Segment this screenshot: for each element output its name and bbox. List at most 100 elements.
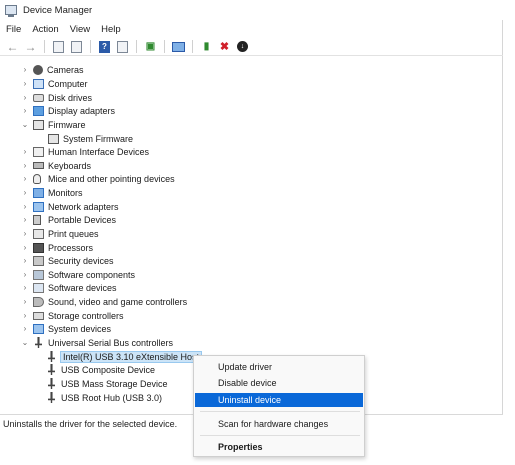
tree-item[interactable]: › Software components: [24, 268, 135, 281]
chevron-right-icon[interactable]: ›: [20, 91, 30, 104]
title-bar: Device Manager: [0, 0, 503, 20]
tree-item[interactable]: USB Root Hub (USB 3.0): [46, 391, 162, 404]
chevron-right-icon[interactable]: ›: [20, 281, 30, 294]
menu-bar: File Action View Help: [0, 20, 503, 38]
toolbar-separator: [44, 40, 45, 53]
tree-item[interactable]: › Human Interface Devices: [24, 145, 149, 158]
tree-item[interactable]: › Cameras: [24, 63, 84, 76]
menu-file[interactable]: File: [6, 24, 21, 35]
help-icon: ?: [99, 40, 110, 53]
software-device-icon: [33, 282, 44, 293]
context-menu: Update driver Disable device Uninstall d…: [193, 355, 365, 457]
menu-item-uninstall-device[interactable]: Uninstall device: [195, 393, 363, 407]
tree-item[interactable]: › Portable Devices: [24, 213, 116, 226]
tree-item[interactable]: › Sound, video and game controllers: [24, 295, 187, 308]
toolbar-separator: [136, 40, 137, 53]
chevron-right-icon[interactable]: ›: [20, 227, 30, 240]
chevron-right-icon[interactable]: ›: [20, 63, 30, 76]
download-icon: ↓: [237, 41, 248, 52]
menu-action[interactable]: Action: [32, 24, 58, 35]
chevron-right-icon[interactable]: ›: [20, 309, 30, 322]
update-driver-button[interactable]: ▣: [143, 40, 158, 54]
tree-item[interactable]: › Print queues: [24, 227, 99, 240]
menu-view[interactable]: View: [70, 24, 90, 35]
tree-item[interactable]: › Security devices: [24, 254, 114, 267]
usb-icon: [48, 364, 55, 375]
show-hide-icon: [117, 40, 128, 53]
chevron-down-icon[interactable]: ⌄: [20, 118, 30, 131]
disk-drive-icon: [33, 93, 44, 102]
chevron-down-icon[interactable]: ⌄: [20, 336, 30, 349]
tree-item[interactable]: ⌄ Universal Serial Bus controllers: [22, 336, 173, 349]
tree-item[interactable]: › Processors: [24, 241, 93, 254]
scan-hardware-button[interactable]: [171, 40, 186, 54]
console-tree-button[interactable]: [51, 40, 66, 54]
usb-icon: [35, 337, 42, 348]
storage-controller-icon: [33, 311, 44, 320]
status-text: Uninstalls the driver for the selected d…: [3, 418, 178, 429]
tree-item[interactable]: › Monitors: [24, 186, 83, 199]
menu-help[interactable]: Help: [101, 24, 121, 35]
speaker-icon: [33, 296, 44, 307]
tree-item[interactable]: USB Composite Device: [46, 363, 155, 376]
display-adapter-icon: [33, 105, 44, 116]
chevron-right-icon[interactable]: ›: [20, 77, 30, 90]
tree-item[interactable]: › Display adapters: [24, 104, 115, 117]
tree-item[interactable]: › System devices: [24, 322, 111, 335]
usb-icon: [48, 378, 55, 389]
menu-item-update-driver[interactable]: Update driver: [195, 360, 363, 374]
tree-item[interactable]: › Mice and other pointing devices: [24, 172, 175, 185]
mouse-icon: [33, 173, 41, 184]
download-button[interactable]: ↓: [235, 40, 250, 54]
properties-button[interactable]: [69, 40, 84, 54]
chevron-right-icon[interactable]: ›: [20, 295, 30, 308]
chevron-right-icon[interactable]: ›: [20, 322, 30, 335]
chevron-right-icon[interactable]: ›: [20, 268, 30, 281]
tree-item[interactable]: USB Mass Storage Device: [46, 377, 168, 390]
chevron-right-icon[interactable]: ›: [20, 254, 30, 267]
printer-icon: [33, 228, 44, 239]
network-adapter-icon: [33, 201, 44, 212]
tree-item[interactable]: ⌄ Firmware: [22, 118, 86, 131]
toolbar: ← → ? ▣ ▮ ✖ ↓: [0, 38, 503, 56]
tree-item[interactable]: System Firmware: [48, 132, 133, 145]
scan-hardware-icon: [172, 41, 185, 52]
tree-item[interactable]: › Storage controllers: [24, 309, 124, 322]
firmware-icon: [33, 119, 44, 130]
chevron-right-icon[interactable]: ›: [20, 213, 30, 226]
help-button[interactable]: ?: [97, 40, 112, 54]
menu-item-scan-hardware[interactable]: Scan for hardware changes: [195, 417, 363, 431]
back-arrow-icon[interactable]: ←: [5, 40, 20, 54]
hid-icon: [33, 146, 44, 157]
tree-item[interactable]: › Computer: [24, 77, 88, 90]
update-driver-icon: ▣: [145, 41, 156, 52]
chevron-right-icon[interactable]: ›: [20, 241, 30, 254]
menu-item-properties[interactable]: Properties: [195, 440, 363, 454]
menu-item-disable-device[interactable]: Disable device: [195, 376, 363, 390]
add-driver-button[interactable]: ▮: [199, 40, 214, 54]
portable-device-icon: [33, 214, 41, 225]
uninstall-device-button[interactable]: ✖: [217, 40, 232, 54]
tree-item[interactable]: › Software devices: [24, 281, 117, 294]
chevron-right-icon[interactable]: ›: [20, 172, 30, 185]
keyboard-icon: [33, 162, 44, 169]
forward-arrow-icon[interactable]: →: [23, 40, 38, 54]
usb-icon: [48, 392, 55, 403]
monitor-icon: [33, 187, 44, 198]
chevron-right-icon[interactable]: ›: [20, 104, 30, 117]
computer-icon: [33, 78, 44, 89]
chevron-right-icon[interactable]: ›: [20, 159, 30, 172]
tree-item[interactable]: › Network adapters: [24, 200, 119, 213]
usb-icon: [48, 351, 55, 362]
tree-item-selected[interactable]: Intel(R) USB 3.10 eXtensible Host: [46, 350, 203, 363]
tree-item[interactable]: › Disk drives: [24, 91, 92, 104]
software-component-icon: [33, 269, 44, 280]
show-hide-button[interactable]: [115, 40, 130, 54]
tree-item[interactable]: › Keyboards: [24, 159, 91, 172]
toolbar-separator: [90, 40, 91, 53]
chevron-right-icon[interactable]: ›: [20, 186, 30, 199]
chevron-right-icon[interactable]: ›: [20, 145, 30, 158]
window-title: Device Manager: [23, 4, 93, 16]
chevron-right-icon[interactable]: ›: [20, 200, 30, 213]
toolbar-separator: [164, 40, 165, 53]
